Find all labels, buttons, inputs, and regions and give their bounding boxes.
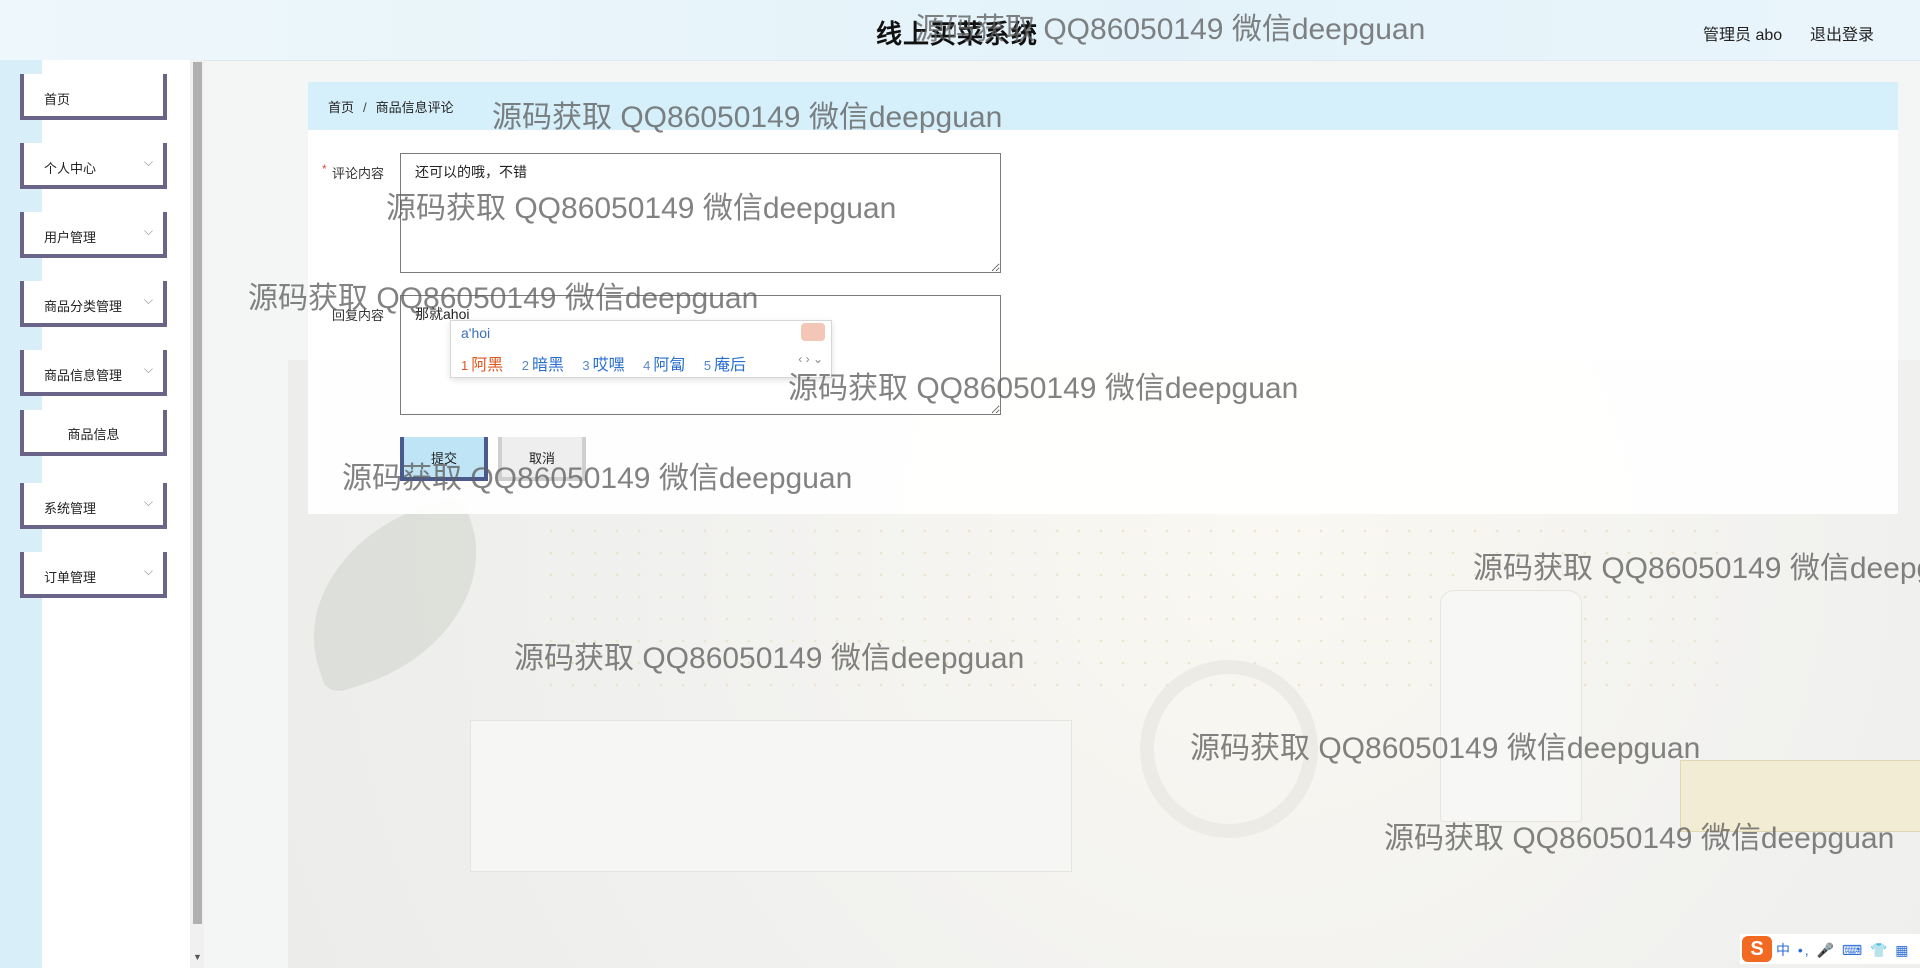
ime-toolbar-icons[interactable]: 中 •, 🎤 ⌨ 👕 ▦: [1776, 940, 1911, 960]
chevron-down-icon: ⌵: [143, 362, 153, 376]
sidebar-item-label: 订单管理: [44, 570, 97, 585]
sidebar-subitem-label: 商品信息: [67, 427, 120, 442]
ime-candidate[interactable]: 4 阿匐: [643, 351, 685, 375]
ime-candidate-number: 3: [582, 358, 590, 373]
logout-link[interactable]: 退出登录: [1810, 21, 1874, 45]
sidebar-item-label: 个人中心: [44, 161, 97, 176]
reply-label: 回复内容: [332, 308, 385, 323]
ime-candidate-number: 1: [461, 358, 469, 373]
ime-page-nav[interactable]: ‹ › ⌄: [798, 352, 823, 366]
sidebar-item-home[interactable]: 首页: [20, 74, 167, 120]
sidebar-item-label: 首页: [44, 92, 71, 107]
background-box: [470, 720, 1072, 872]
background-jar: [1440, 590, 1582, 822]
ime-candidates: 1 阿黑 2 暗黑 3 哎嘿 4 阿匐 5 庵后: [461, 351, 760, 375]
chevron-down-icon: ⌵: [143, 495, 153, 509]
sidebar-item-category-management[interactable]: 商品分类管理 ⌵: [20, 281, 167, 327]
top-header: 线上买菜系统 管理员 abo 退出登录: [0, 0, 1920, 61]
breadcrumb-home[interactable]: 首页: [328, 100, 354, 115]
ime-candidate-number: 5: [703, 358, 712, 373]
ime-composition: a'hoi: [461, 325, 491, 341]
background-gold-box: [1680, 760, 1920, 832]
ime-candidate-text: 哎嘿: [592, 357, 625, 374]
ime-candidate-text: 暗黑: [531, 357, 564, 374]
app-title: 线上买菜系统: [876, 19, 1039, 49]
sidebar-item-user-management[interactable]: 用户管理 ⌵: [20, 212, 167, 258]
ime-logo-icon: [801, 323, 825, 341]
sidebar-scroll-thumb[interactable]: [193, 62, 202, 924]
sidebar-item-order-management[interactable]: 订单管理 ⌵: [20, 552, 167, 598]
ime-candidate[interactable]: 2 暗黑: [522, 351, 564, 375]
scroll-down-icon[interactable]: ▼: [193, 952, 202, 962]
ime-candidate[interactable]: 5 庵后: [704, 351, 746, 375]
sidebar-item-personal-center[interactable]: 个人中心 ⌵: [20, 143, 167, 189]
ime-candidate-number: 2: [521, 358, 529, 373]
cancel-button[interactable]: 取消: [498, 437, 586, 481]
sidebar-item-label: 用户管理: [44, 230, 97, 245]
ime-candidate-text: 阿匐: [653, 357, 686, 374]
sogou-logo-icon[interactable]: S: [1742, 936, 1772, 962]
ime-candidate-popup: a'hoi 1 阿黑 2 暗黑 3 哎嘿 4 阿匐 5 庵后 ‹ › ⌄: [450, 320, 832, 378]
breadcrumb: 首页 / 商品信息评论: [328, 97, 454, 116]
chevron-down-icon: ⌵: [143, 224, 153, 238]
sidebar-item-label: 系统管理: [44, 501, 97, 516]
ime-candidate[interactable]: 3 哎嘿: [582, 351, 624, 375]
submit-button[interactable]: 提交: [400, 437, 488, 481]
ime-candidate-text: 阿黑: [471, 357, 504, 374]
sidebar-item-label: 商品分类管理: [44, 299, 123, 314]
comment-label: 评论内容: [332, 166, 385, 181]
chevron-down-icon: ⌵: [143, 293, 153, 307]
sidebar-item-system-management[interactable]: 系统管理 ⌵: [20, 483, 167, 529]
required-mark: *: [322, 162, 327, 176]
chevron-down-icon: ⌵: [143, 155, 153, 169]
ime-candidate-number: 4: [643, 358, 651, 373]
sidebar-item-label: 商品信息管理: [44, 368, 123, 383]
sidebar-subitem-goods-info[interactable]: 商品信息: [20, 410, 167, 456]
background-ring: [1140, 660, 1318, 838]
breadcrumb-separator: /: [363, 100, 367, 115]
chevron-down-icon: ⌵: [143, 564, 153, 578]
ime-candidate-text: 庵后: [714, 357, 747, 374]
user-info: 管理员 abo: [1703, 27, 1783, 44]
sidebar-item-goods-management[interactable]: 商品信息管理 ⌵: [20, 350, 167, 396]
breadcrumb-current: 商品信息评论: [375, 100, 454, 115]
comment-textarea[interactable]: 还可以的哦，不错: [400, 153, 1001, 273]
ime-candidate[interactable]: 1 阿黑: [461, 351, 503, 375]
breadcrumb-bar: [308, 82, 1898, 130]
